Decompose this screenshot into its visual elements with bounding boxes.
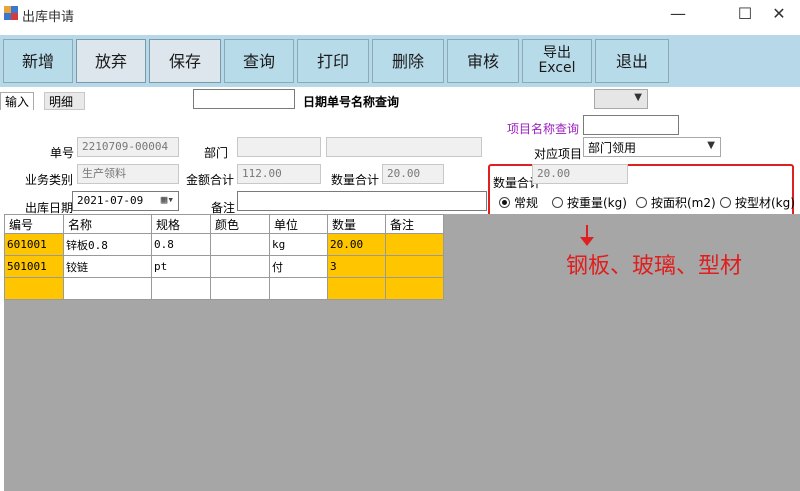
cell-remark[interactable]	[385, 277, 444, 300]
qty-total2-field: 20.00	[532, 164, 628, 184]
new-button[interactable]: 新增	[3, 39, 73, 83]
print-button[interactable]: 打印	[297, 39, 369, 83]
radio-label: 常规	[514, 196, 539, 210]
dept-name-field[interactable]	[326, 137, 482, 157]
col-code-header[interactable]: 编号	[4, 214, 64, 234]
save-button[interactable]: 保存	[149, 39, 221, 83]
cell-color[interactable]	[210, 255, 270, 278]
qty-total-label: 数量合计	[331, 173, 380, 187]
audit-button[interactable]: 审核	[447, 39, 519, 83]
cell-qty[interactable]: 3	[327, 255, 386, 278]
cell-code[interactable]	[4, 277, 64, 300]
cell-color[interactable]	[210, 277, 270, 300]
window-title: 出库申请	[22, 10, 75, 25]
delete-button[interactable]: 删除	[372, 39, 444, 83]
remark-input[interactable]	[237, 191, 487, 211]
radio-dot-icon	[636, 197, 647, 208]
radio-label: 按型材(kg)	[735, 196, 795, 210]
qty-total-field: 20.00	[382, 164, 444, 184]
query-button[interactable]: 查询	[224, 39, 294, 83]
cell-name[interactable]: 铰链	[63, 255, 152, 278]
amount-total-label: 金额合计	[186, 173, 235, 187]
tab-detail[interactable]: 明细	[44, 92, 85, 110]
minimize-button[interactable]: —	[655, 0, 701, 28]
radio-dot-icon	[552, 197, 563, 208]
project-query-input[interactable]	[583, 115, 679, 135]
table-row[interactable]: 601001 锌板0.8 0.8 kg 20.00	[4, 233, 444, 256]
search-combo[interactable]: ▼	[594, 89, 648, 109]
cell-spec[interactable]: pt	[151, 255, 211, 278]
cell-unit[interactable]: kg	[269, 233, 328, 256]
export-sublabel: Excel	[538, 60, 576, 76]
app-icon	[4, 6, 18, 20]
biz-type-label: 业务类别	[25, 173, 74, 187]
cell-qty[interactable]: 20.00	[327, 233, 386, 256]
col-unit-header[interactable]: 单位	[269, 214, 328, 234]
cell-color[interactable]	[210, 233, 270, 256]
col-color-header[interactable]: 颜色	[210, 214, 270, 234]
project-select[interactable]: 部门领用 ▼	[583, 137, 721, 157]
table-row[interactable]: 501001 铰链 pt 付 3	[4, 255, 444, 278]
doc-no-field[interactable]: 2210709-00004	[77, 137, 179, 157]
out-date-picker[interactable]: 2021-07-09 ▦▾	[72, 191, 179, 211]
arrow-down-icon	[580, 237, 594, 246]
cell-name[interactable]	[63, 277, 152, 300]
out-date-value: 2021-07-09	[77, 194, 144, 207]
cell-remark[interactable]	[385, 233, 444, 256]
cell-unit[interactable]	[269, 277, 328, 300]
grid-header-row: 编号 名称 规格 颜色 单位 数量 备注	[4, 214, 444, 234]
cell-name[interactable]: 锌板0.8	[63, 233, 152, 256]
export-excel-button[interactable]: 导出 Excel	[522, 39, 592, 83]
radio-by-weight[interactable]: 按重量(kg)	[552, 194, 627, 211]
detail-grid: 编号 名称 规格 颜色 单位 数量 备注 601001 锌板0.8 0.8 kg…	[4, 214, 444, 300]
cell-code[interactable]: 501001	[4, 255, 64, 278]
calendar-icon: ▦▾	[160, 193, 174, 206]
doc-no-label: 单号	[50, 146, 75, 160]
radio-normal[interactable]: 常规	[499, 194, 538, 211]
amount-total-field: 112.00	[237, 164, 321, 184]
project-label: 对应项目	[534, 147, 583, 161]
chevron-down-icon: ▼	[634, 92, 642, 103]
cell-remark[interactable]	[385, 255, 444, 278]
tab-input[interactable]: 输入	[0, 92, 35, 110]
biz-type-field[interactable]: 生产领料	[77, 164, 179, 184]
cell-unit[interactable]: 付	[269, 255, 328, 278]
project-select-value: 部门领用	[588, 141, 637, 155]
export-label: 导出	[543, 45, 571, 61]
table-row[interactable]	[4, 277, 444, 300]
dept-label: 部门	[204, 146, 229, 160]
radio-dot-icon	[720, 197, 731, 208]
discard-button[interactable]: 放弃	[76, 39, 146, 83]
annotation-text: 钢板、玻璃、型材	[566, 254, 743, 279]
dept-code-field[interactable]	[237, 137, 321, 157]
radio-dot-icon	[499, 197, 510, 208]
exit-button[interactable]: 退出	[595, 39, 669, 83]
radio-by-profile[interactable]: 按型材(kg)	[720, 194, 795, 211]
title-bar: 出库申请 — ☐ ✕	[0, 0, 800, 28]
cell-spec[interactable]	[151, 277, 211, 300]
col-name-header[interactable]: 名称	[63, 214, 152, 234]
cell-code[interactable]: 601001	[4, 233, 64, 256]
radio-label: 按重量(kg)	[567, 196, 627, 210]
project-query-label: 项目名称查询	[507, 122, 580, 136]
radio-by-area[interactable]: 按面积(m2)	[636, 194, 716, 211]
cell-qty[interactable]	[327, 277, 386, 300]
col-remark-header[interactable]: 备注	[385, 214, 444, 234]
close-button[interactable]: ✕	[756, 0, 800, 28]
search-input[interactable]	[193, 89, 295, 109]
search-label: 日期单号名称查询	[303, 95, 400, 109]
radio-label: 按面积(m2)	[651, 196, 716, 210]
toolbar: 新增 放弃 保存 查询 打印 删除 审核 导出 Excel 退出	[0, 35, 800, 87]
chevron-down-icon: ▼	[707, 140, 715, 151]
col-spec-header[interactable]: 规格	[151, 214, 211, 234]
cell-spec[interactable]: 0.8	[151, 233, 211, 256]
col-qty-header[interactable]: 数量	[327, 214, 386, 234]
